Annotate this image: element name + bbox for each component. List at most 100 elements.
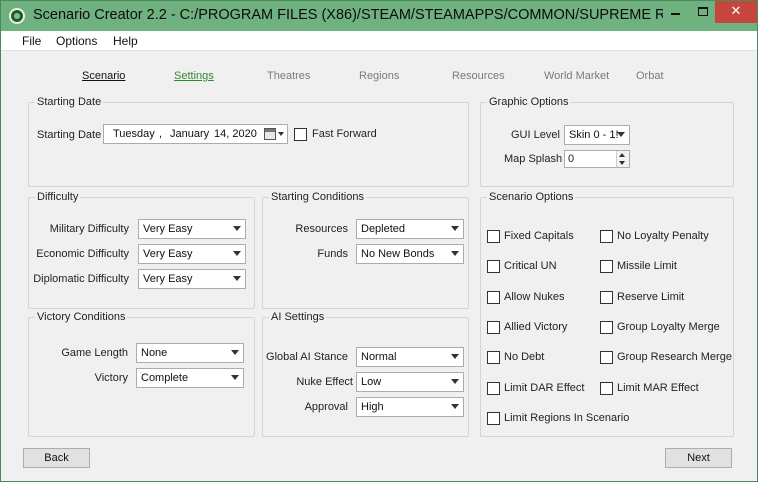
menu-file[interactable]: File: [22, 34, 41, 48]
victory-label: Victory: [94, 372, 128, 384]
tab-regions[interactable]: Regions: [359, 70, 399, 82]
victory-select[interactable]: Complete: [136, 368, 244, 388]
no-loyalty-penalty-checkbox[interactable]: [600, 230, 613, 243]
allied-victory-label[interactable]: Allied Victory: [504, 321, 567, 333]
back-button[interactable]: Back: [23, 448, 90, 468]
date-separator: ,: [159, 128, 163, 140]
chevron-up-icon[interactable]: [619, 153, 625, 157]
group-loyalty-merge-label[interactable]: Group Loyalty Merge: [617, 321, 720, 333]
close-button[interactable]: ✕: [715, 1, 757, 23]
chevron-down-icon: [231, 375, 239, 380]
menu-bar: File Options Help: [1, 31, 757, 51]
chevron-down-icon: [451, 226, 459, 231]
approval-select[interactable]: High: [356, 397, 464, 417]
missile-limit-label[interactable]: Missile Limit: [617, 260, 677, 272]
chevron-down-icon: [451, 354, 459, 359]
menu-help[interactable]: Help: [113, 34, 138, 48]
gui-level-label: GUI Level: [511, 129, 560, 141]
minimize-icon: [670, 12, 680, 15]
gui-level-select[interactable]: Skin 0 - 1!: [564, 125, 630, 145]
tab-scenario[interactable]: Scenario: [82, 70, 125, 82]
chevron-down-icon: [451, 404, 459, 409]
map-splash-spinner[interactable]: 0: [564, 150, 630, 168]
chevron-down-icon: [451, 379, 459, 384]
close-icon: ✕: [730, 3, 742, 18]
game-length-select[interactable]: None: [136, 343, 244, 363]
group-research-merge-checkbox[interactable]: [600, 351, 613, 364]
limit-regions-label[interactable]: Limit Regions In Scenario: [504, 412, 629, 424]
critical-un-checkbox[interactable]: [487, 260, 500, 273]
limit-dar-effect-label[interactable]: Limit DAR Effect: [504, 382, 585, 394]
critical-un-label[interactable]: Critical UN: [504, 260, 557, 272]
no-debt-checkbox[interactable]: [487, 351, 500, 364]
no-debt-label[interactable]: No Debt: [504, 351, 544, 363]
funds-select[interactable]: No New Bonds: [356, 244, 464, 264]
fixed-capitals-checkbox[interactable]: [487, 230, 500, 243]
group-research-merge-label[interactable]: Group Research Merge: [617, 351, 732, 363]
resources-label: Resources: [295, 223, 348, 235]
resources-select[interactable]: Depleted: [356, 219, 464, 239]
graphic-options-group-title: Graphic Options: [487, 96, 571, 108]
global-ai-stance-select[interactable]: Normal: [356, 347, 464, 367]
tab-resources[interactable]: Resources: [452, 70, 505, 82]
economic-difficulty-label: Economic Difficulty: [36, 248, 129, 260]
app-globe-icon: [9, 8, 25, 24]
limit-dar-effect-checkbox[interactable]: [487, 382, 500, 395]
scenario-creator-window: Scenario Creator 2.2 - C:/PROGRAM FILES …: [0, 0, 758, 482]
minimize-button[interactable]: [661, 1, 689, 23]
calendar-icon[interactable]: [264, 128, 276, 140]
limit-mar-effect-checkbox[interactable]: [600, 382, 613, 395]
allied-victory-checkbox[interactable]: [487, 321, 500, 334]
chevron-down-icon: [231, 350, 239, 355]
no-loyalty-penalty-label[interactable]: No Loyalty Penalty: [617, 230, 709, 242]
tab-world-market[interactable]: World Market: [544, 70, 609, 82]
nuke-effect-select[interactable]: Low: [356, 372, 464, 392]
military-difficulty-select[interactable]: Very Easy: [138, 219, 246, 239]
maximize-icon: [698, 7, 708, 17]
reserve-limit-checkbox[interactable]: [600, 291, 613, 304]
date-weekday[interactable]: Tuesday: [113, 128, 155, 140]
starting-date-label: Starting Date: [37, 129, 102, 141]
date-day-year[interactable]: 14, 2020: [214, 128, 257, 140]
allow-nukes-label[interactable]: Allow Nukes: [504, 291, 565, 303]
next-button[interactable]: Next: [665, 448, 732, 468]
missile-limit-checkbox[interactable]: [600, 260, 613, 273]
fast-forward-label[interactable]: Fast Forward: [312, 128, 377, 140]
starting-conditions-group-title: Starting Conditions: [269, 191, 366, 203]
global-ai-stance-label: Global AI Stance: [266, 351, 348, 363]
chevron-down-icon[interactable]: [619, 161, 625, 165]
tab-settings[interactable]: Settings: [174, 70, 214, 82]
tab-orbat[interactable]: Orbat: [636, 70, 664, 82]
tab-theatres[interactable]: Theatres: [267, 70, 310, 82]
date-month[interactable]: January: [170, 128, 209, 140]
title-bar[interactable]: Scenario Creator 2.2 - C:/PROGRAM FILES …: [1, 1, 757, 31]
limit-regions-checkbox[interactable]: [487, 412, 500, 425]
limit-mar-effect-label[interactable]: Limit MAR Effect: [617, 382, 699, 394]
starting-date-group: Starting Date: [28, 96, 469, 187]
nuke-effect-label: Nuke Effect: [296, 376, 353, 388]
economic-difficulty-select[interactable]: Very Easy: [138, 244, 246, 264]
fast-forward-checkbox[interactable]: [294, 128, 307, 141]
starting-date-group-title: Starting Date: [35, 96, 104, 108]
maximize-button[interactable]: [689, 1, 717, 23]
starting-date-picker[interactable]: Tuesday , January 14, 2020: [103, 124, 288, 144]
ai-settings-group-title: AI Settings: [269, 311, 327, 323]
approval-label: Approval: [304, 401, 348, 413]
allow-nukes-checkbox[interactable]: [487, 291, 500, 304]
chevron-down-icon: [233, 251, 241, 256]
fixed-capitals-label[interactable]: Fixed Capitals: [504, 230, 574, 242]
chevron-down-icon: [617, 132, 625, 137]
chevron-down-icon[interactable]: [278, 132, 284, 136]
spinner-buttons[interactable]: [616, 151, 629, 167]
diplomatic-difficulty-select[interactable]: Very Easy: [138, 269, 246, 289]
reserve-limit-label[interactable]: Reserve Limit: [617, 291, 684, 303]
menu-options[interactable]: Options: [56, 34, 97, 48]
group-loyalty-merge-checkbox[interactable]: [600, 321, 613, 334]
map-splash-label: Map Splash: [504, 153, 563, 165]
funds-label: Funds: [317, 248, 348, 260]
military-difficulty-label: Military Difficulty: [49, 223, 129, 235]
diplomatic-difficulty-label: Diplomatic Difficulty: [33, 273, 129, 285]
game-length-label: Game Length: [61, 347, 128, 359]
difficulty-group-title: Difficulty: [35, 191, 81, 203]
chevron-down-icon: [233, 276, 241, 281]
